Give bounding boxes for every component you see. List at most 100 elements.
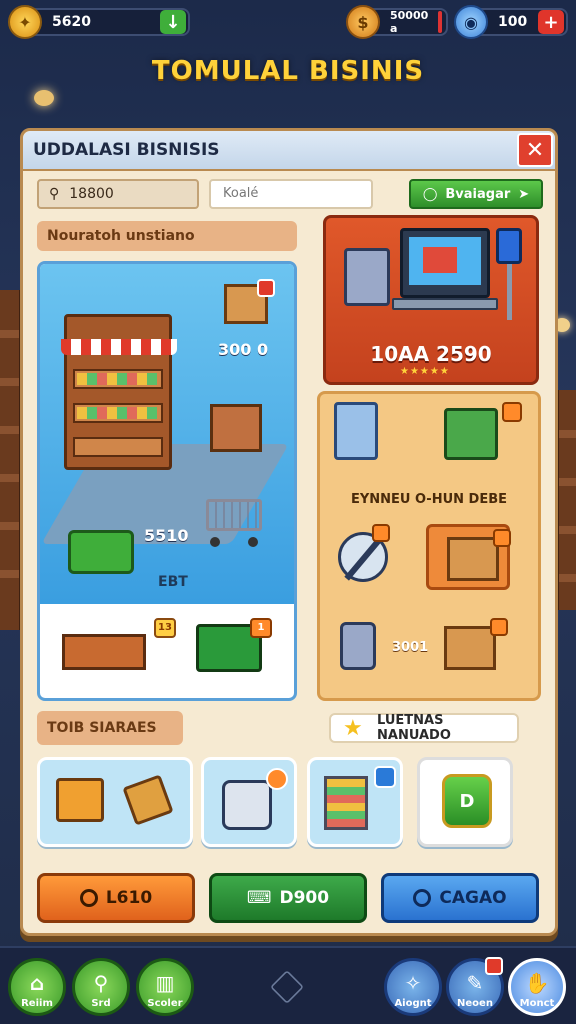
chart-icon: ▥ <box>155 971 175 995</box>
slot-value: 3001 <box>392 640 429 655</box>
forklift-icon <box>56 778 104 822</box>
green-buy-label: D900 <box>279 888 330 908</box>
nav-button-home[interactable]: ⌂ Reiim <box>8 958 66 1016</box>
nav-button-news[interactable]: ✎ Neoen <box>446 957 504 1016</box>
magnifier-icon: ⚲ <box>93 971 109 995</box>
tool-card-forklift[interactable] <box>37 757 193 847</box>
right-heading: EYNNEU O-HUN DEBE <box>350 492 507 507</box>
section-header-left: Nouratoh unstiano <box>37 221 297 251</box>
orange-action-label: L610 <box>105 888 153 908</box>
nav-label: Srd <box>91 998 111 1009</box>
quill-icon: ✎ <box>466 971 484 995</box>
cash-bag-icon[interactable] <box>68 530 134 574</box>
nav-button-search[interactable]: ⚲ Srd <box>72 958 130 1016</box>
tool-card-cooker[interactable] <box>201 757 297 847</box>
cash-value: 50000 a <box>390 9 429 35</box>
name-field[interactable]: Koalé <box>209 179 373 209</box>
info-pill[interactable]: ★ LUETNAS NANUADO <box>329 713 519 743</box>
scene-value-a: 300 0 <box>218 340 269 359</box>
cash-icon: ⌨ <box>246 888 272 908</box>
item-slot-crate[interactable] <box>426 616 510 682</box>
nav-button-money[interactable]: ✋ Monct <box>508 958 566 1016</box>
box-icon <box>447 537 499 581</box>
store-building-icon[interactable] <box>61 314 177 470</box>
store-scene: 300 0 5510 EBT <box>40 264 294 604</box>
cash-coin-icon: $ <box>346 5 380 39</box>
nav-button-stats[interactable]: ▥ Scoler <box>136 958 194 1016</box>
coin-icon <box>413 889 432 907</box>
scene-items: 13 1 <box>40 604 294 698</box>
rating-stars: ★★★★★ <box>400 366 450 377</box>
gold-counter[interactable]: ✦ 5620 ↓ <box>8 5 190 39</box>
green-action-button[interactable]: ◯ Bvaiagar ➤ <box>409 179 543 209</box>
item-slot-box[interactable] <box>426 524 511 590</box>
nav-label: Neoen <box>457 998 493 1009</box>
gem-value: 100 <box>498 14 528 30</box>
sign-icon <box>496 228 522 264</box>
awning <box>61 339 177 355</box>
shield-icon <box>79 889 98 907</box>
laptop-icon <box>400 228 490 298</box>
counter-table-icon[interactable] <box>62 634 146 670</box>
panel-title: UDDALASI BISNISIS <box>33 140 220 160</box>
green-buy-button[interactable]: ⌨ D900 <box>209 873 367 923</box>
item-slot-lock[interactable]: 3001 <box>328 616 428 682</box>
alert-badge <box>502 402 522 422</box>
store-shelf-right <box>556 390 576 610</box>
business-panel: UDDALASI BISNISIS ✕ ⚲ 18800 Koalé ◯ Bvai… <box>20 128 558 936</box>
vending-machine-icon[interactable] <box>444 408 498 460</box>
upgrade-area: EYNNEU O-HUN DEBE 3001 <box>317 391 541 701</box>
orange-action-button[interactable]: L610 <box>37 873 195 923</box>
cash-counter[interactable]: $ 50000 a <box>346 5 448 39</box>
star-icon: ★ <box>343 716 363 741</box>
search-value: 18800 <box>69 186 114 202</box>
resource-bar: ✦ 5620 ↓ $ 50000 a ◉ 100 + <box>0 0 576 46</box>
arrow-icon: ➤ <box>518 186 530 202</box>
section-header-tools: TOIB SIARAES <box>37 711 183 745</box>
add-gems-button[interactable]: + <box>538 10 564 34</box>
ring-icon: ◯ <box>422 186 438 202</box>
cart-rack-icon <box>324 776 368 830</box>
featured-item-card[interactable]: 10AA 2590 ★★★★★ <box>323 215 539 385</box>
nav-label: Scoler <box>147 998 183 1009</box>
lock-icon <box>340 622 376 670</box>
cooker-icon <box>222 780 272 830</box>
cash-indicator <box>438 11 442 33</box>
store-icon: ⌂ <box>29 971 45 995</box>
panel-header: UDDALASI BISNISIS ✕ <box>23 131 555 171</box>
box-icon[interactable] <box>224 279 275 324</box>
nav-label: Monct <box>519 998 555 1009</box>
atm-icon[interactable] <box>334 402 378 460</box>
shopping-cart-icon[interactable] <box>200 499 266 547</box>
nav-button-agent[interactable]: ✧ Aiognt <box>384 958 442 1016</box>
gem-icon: ◉ <box>454 5 488 39</box>
gold-value: 5620 <box>52 14 91 30</box>
table-badge: 13 <box>154 618 176 638</box>
right-column: 10AA 2590 ★★★★★ EYNNEU O-HUN DEBE 3001 <box>317 215 541 701</box>
add-gold-button[interactable]: ↓ <box>160 10 186 34</box>
nav-label: Aiognt <box>394 998 432 1009</box>
crate-icon <box>444 626 496 670</box>
green-action-label: Bvaiagar <box>445 186 511 202</box>
ceiling-lamp <box>34 90 54 106</box>
close-icon: ✕ <box>525 137 545 163</box>
cash-register-icon[interactable] <box>210 404 262 452</box>
blue-action-button[interactable]: CAGAO <box>381 873 539 923</box>
search-input[interactable]: ⚲ 18800 <box>37 179 199 209</box>
gem-counter[interactable]: ◉ 100 + <box>454 5 568 39</box>
tool-card-cash[interactable]: D <box>417 757 513 847</box>
blue-action-label: CAGAO <box>439 888 507 908</box>
close-button[interactable]: ✕ <box>517 133 553 167</box>
green-cash-icon: D <box>442 774 492 828</box>
money-badge: 1 <box>250 618 272 638</box>
item-slot-disc[interactable] <box>328 524 412 590</box>
alert-badge <box>257 279 275 297</box>
crate-icon <box>122 774 174 826</box>
tool-card-rack[interactable] <box>307 757 403 847</box>
store-scene-card[interactable]: 300 0 5510 EBT 13 1 <box>37 261 297 701</box>
notification-badge <box>485 957 503 975</box>
featured-price: 10AA 2590 <box>370 342 492 366</box>
nav-label: Reiim <box>21 998 53 1009</box>
edit-badge-icon <box>374 766 396 788</box>
info-pill-label: LUETNAS NANUADO <box>377 713 451 743</box>
